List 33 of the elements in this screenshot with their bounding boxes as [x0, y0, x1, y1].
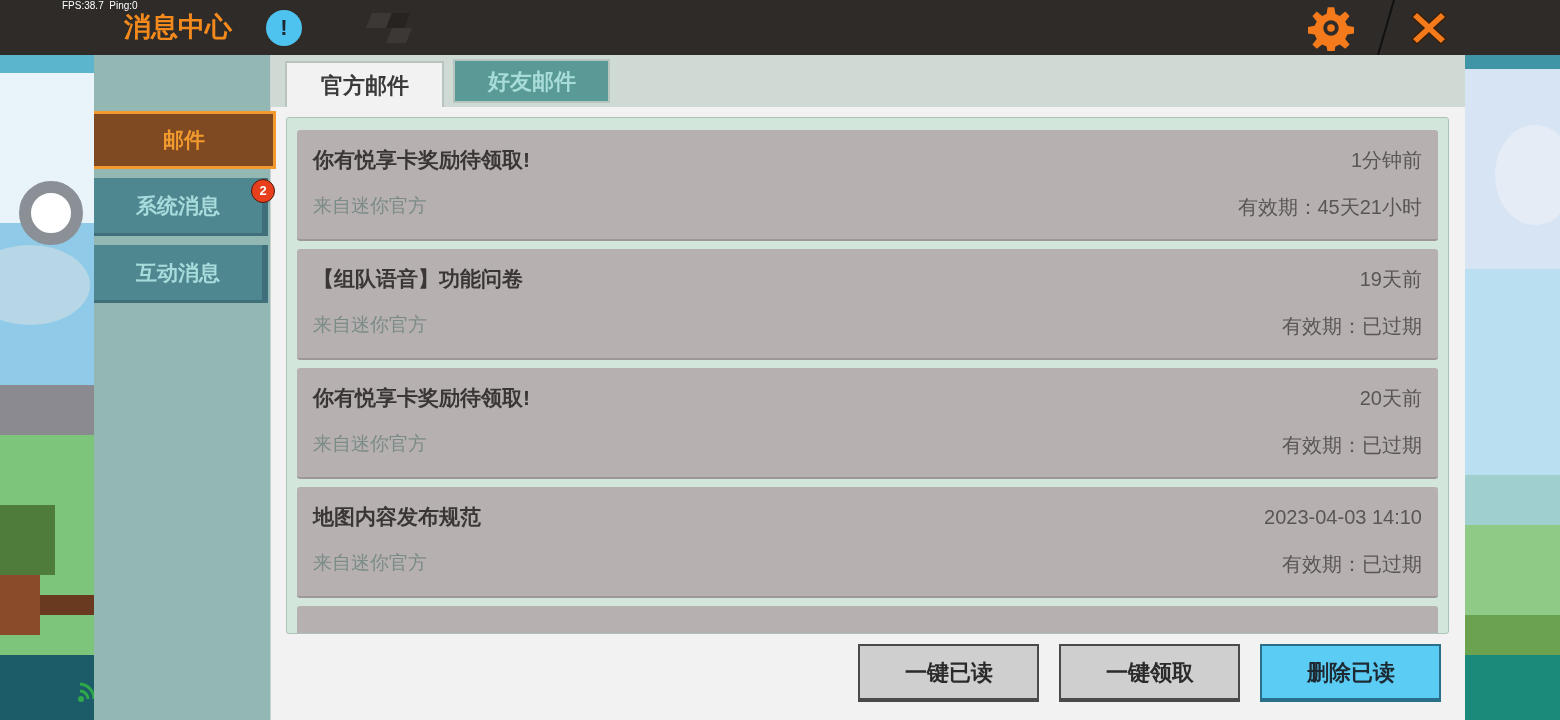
mail-title: 【组队语音】功能问卷	[313, 266, 523, 292]
mail-validity: 有效期：已过期	[1282, 432, 1422, 458]
action-button[interactable]: 一键已读	[858, 644, 1039, 702]
mail-item[interactable]: 你有悦享卡奖励待领取! 1分钟前 来自迷你官方 有效期：45天21小时	[297, 130, 1438, 241]
mail-title: 地图内容发布规范	[313, 504, 481, 530]
mail-validity: 有效期：已过期	[1282, 551, 1422, 577]
mail-time: 2023-04-03 14:10	[1264, 504, 1422, 530]
info-badge[interactable]: !	[266, 9, 302, 46]
divider-slash-icon	[1376, 0, 1396, 55]
mail-item[interactable]: 地图内容发布规范 2023-04-03 14:10 来自迷你官方 有效期：已过期	[297, 487, 1438, 598]
mail-sender: 来自迷你官方	[313, 551, 427, 576]
tab[interactable]: 官方邮件	[285, 61, 444, 107]
close-icon[interactable]	[1410, 8, 1448, 47]
mail-time: 19天前	[1359, 266, 1422, 292]
sidebar-item[interactable]: 邮件	[94, 111, 276, 169]
action-button[interactable]: 删除已读	[1260, 644, 1441, 702]
mail-time: 1分钟前	[1350, 147, 1422, 173]
mail-item[interactable]: 【组队语音】功能问卷 19天前 来自迷你官方 有效期：已过期	[297, 249, 1438, 360]
mail-sender: 来自迷你官方	[313, 432, 427, 457]
window-title: 消息中心	[124, 11, 232, 45]
mail-sender: 来自迷你官方	[313, 194, 427, 219]
mail-item[interactable]: 你有悦享卡奖励待领取! 20天前 来自迷你官方 有效期：已过期	[297, 368, 1438, 479]
fps-text: FPS:38.7 Ping:0	[62, 0, 138, 13]
mail-time: 20天前	[1359, 385, 1422, 411]
action-button[interactable]: 一键领取	[1059, 644, 1240, 702]
wifi-icon	[78, 681, 94, 703]
settings-icon[interactable]	[1308, 4, 1354, 51]
ring-icon[interactable]	[18, 180, 84, 246]
mail-title: 你有悦享卡奖励待领取!	[313, 147, 530, 173]
mail-validity: 有效期：已过期	[1282, 313, 1422, 339]
mail-validity: 有效期：45天21小时	[1237, 194, 1422, 220]
mail-sender: 来自迷你官方	[313, 313, 427, 338]
mail-title: 你有悦享卡奖励待领取!	[313, 385, 530, 411]
